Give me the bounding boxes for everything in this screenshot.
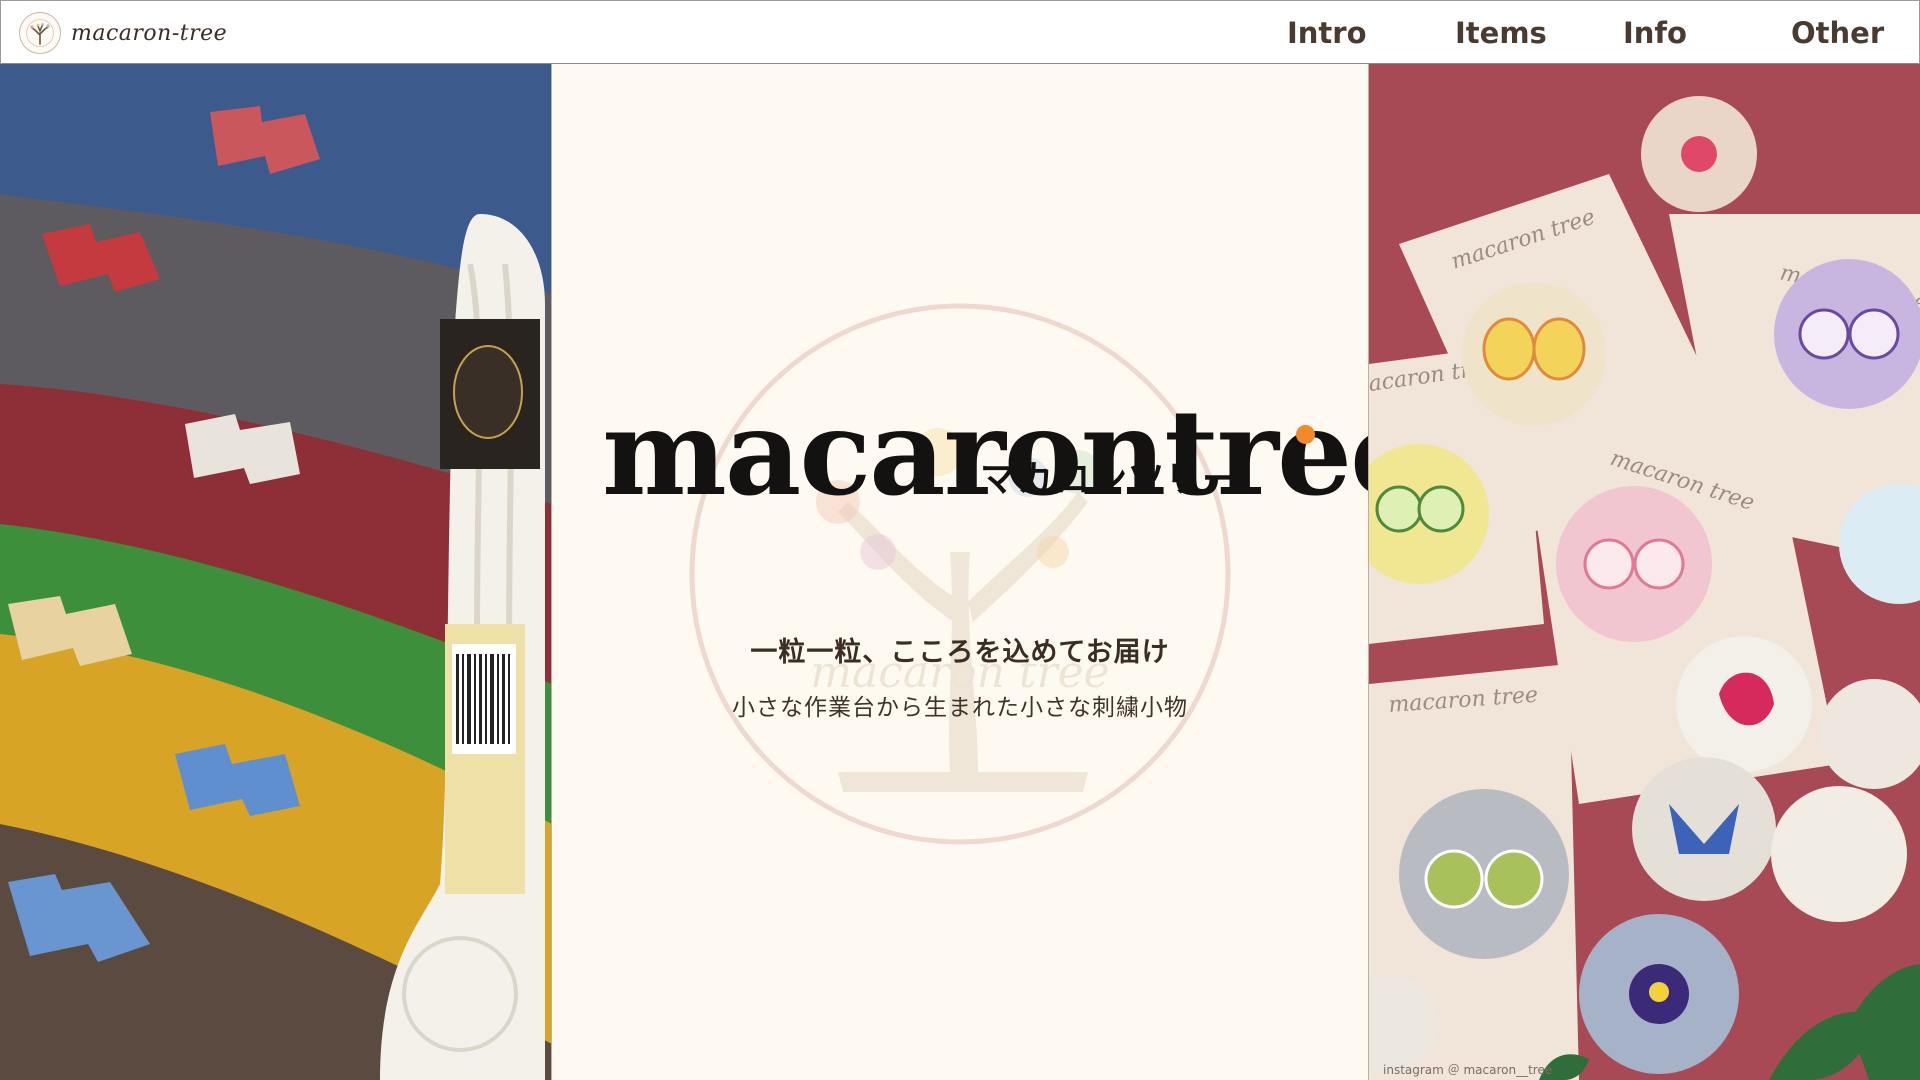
hero-panel: macaron tree macarontree マカロンツリー 一粒一粒、ここ… xyxy=(552,64,1368,1080)
embroidery-fabric-photo xyxy=(0,64,551,1080)
brand-name: macaron-tree xyxy=(71,20,228,46)
brand-link[interactable]: macaron-tree xyxy=(19,12,227,54)
right-photo-panel: macaron tree macaron tree macaron tree m… xyxy=(1368,64,1920,1080)
hero-kana-subtitle: マカロンツリー xyxy=(980,459,1240,500)
nav-info[interactable]: Info xyxy=(1623,15,1687,51)
left-photo-panel xyxy=(0,64,552,1080)
hero-tagline: 一粒一粒、こころを込めてお届け xyxy=(750,637,1170,668)
title-dot-icon xyxy=(1296,425,1315,444)
instagram-credit: instagram ＠ macaron__tree xyxy=(1383,1063,1552,1077)
nav-other[interactable]: Other xyxy=(1791,15,1884,51)
nav-items[interactable]: Items xyxy=(1455,15,1547,51)
hero-description: 小さな作業台から生まれた小さな刺繍小物 xyxy=(732,695,1188,721)
site-header: macaron-tree Intro Items Info Other xyxy=(0,0,1920,64)
nav-intro[interactable]: Intro xyxy=(1287,15,1367,51)
embroidered-brooches-photo: macaron tree macaron tree macaron tree m… xyxy=(1369,64,1920,1080)
tree-logo-icon xyxy=(19,12,61,54)
